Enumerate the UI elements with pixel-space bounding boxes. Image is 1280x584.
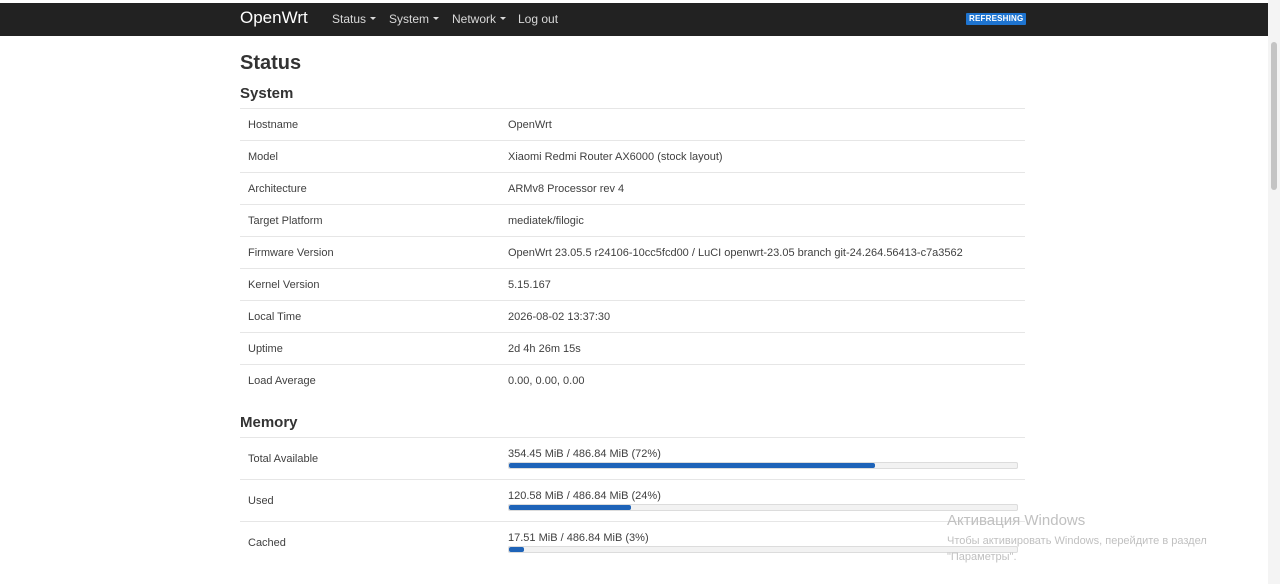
windows-activation-title: Активация Windows	[947, 512, 1086, 529]
table-row: Target Platform mediatek/filogic	[240, 204, 1025, 236]
row-label: Architecture	[248, 183, 307, 195]
table-row: Used 120.58 MiB / 486.84 MiB (24%)	[240, 479, 1025, 521]
row-label: Firmware Version	[248, 247, 334, 259]
chevron-down-icon	[433, 17, 440, 21]
top-navbar: OpenWrt Status System Network Log out RE…	[0, 3, 1268, 36]
memory-progress-bar: 120.58 MiB / 486.84 MiB (24%)	[508, 490, 1018, 511]
progress-track	[508, 546, 1018, 553]
memory-section-title: Memory	[240, 414, 298, 431]
nav-network-label: Network	[452, 12, 497, 26]
row-value: OpenWrt 23.05.5 r24106-10cc5fcd00 / LuCI…	[508, 247, 963, 259]
row-value: OpenWrt	[508, 119, 552, 131]
row-label: Local Time	[248, 311, 302, 323]
table-row: Firmware Version OpenWrt 23.05.5 r24106-…	[240, 236, 1025, 268]
row-value: 2d 4h 26m 15s	[508, 343, 581, 355]
memory-table: Total Available 354.45 MiB / 486.84 MiB …	[240, 437, 1025, 563]
progress-text: 17.51 MiB / 486.84 MiB (3%)	[508, 532, 649, 544]
windows-activation-line1: Чтобы активировать Windows, перейдите в …	[947, 535, 1207, 547]
chevron-down-icon	[500, 17, 507, 21]
row-value: 0.00, 0.00, 0.00	[508, 375, 585, 387]
nav-status-label: Status	[332, 12, 367, 26]
progress-track	[508, 462, 1018, 469]
page-scrollbar[interactable]	[1268, 0, 1280, 584]
row-label: Used	[248, 495, 274, 507]
progress-fill	[509, 547, 525, 552]
row-label: Cached	[248, 537, 286, 549]
row-value: 5.15.167	[508, 279, 551, 291]
table-row: Architecture ARMv8 Processor rev 4	[240, 172, 1025, 204]
nav-network-menu[interactable]: Network	[452, 12, 507, 26]
nav-status-menu[interactable]: Status	[332, 12, 377, 26]
table-row: Load Average 0.00, 0.00, 0.00	[240, 364, 1025, 396]
page-title: Status	[240, 52, 302, 74]
progress-fill	[509, 505, 631, 510]
row-label: Kernel Version	[248, 279, 320, 291]
table-row: Cached 17.51 MiB / 486.84 MiB (3%)	[240, 521, 1025, 563]
progress-track	[508, 504, 1018, 511]
row-value: Xiaomi Redmi Router AX6000 (stock layout…	[508, 151, 723, 163]
nav-system-menu[interactable]: System	[389, 12, 440, 26]
progress-text: 354.45 MiB / 486.84 MiB (72%)	[508, 448, 661, 460]
row-label: Uptime	[248, 343, 283, 355]
table-row: Kernel Version 5.15.167	[240, 268, 1025, 300]
row-value: ARMv8 Processor rev 4	[508, 183, 625, 195]
memory-progress-bar: 354.45 MiB / 486.84 MiB (72%)	[508, 448, 1018, 469]
table-row: Hostname OpenWrt	[240, 108, 1025, 140]
row-label: Target Platform	[248, 215, 323, 227]
brand-logo[interactable]: OpenWrt	[240, 8, 308, 28]
table-row: Uptime 2d 4h 26m 15s	[240, 332, 1025, 364]
system-section-title: System	[240, 85, 294, 102]
scrollbar-thumb[interactable]	[1271, 42, 1277, 190]
row-label: Load Average	[248, 375, 316, 387]
refreshing-badge[interactable]: REFRESHING	[966, 13, 1027, 25]
progress-fill	[509, 463, 875, 468]
table-row: Total Available 354.45 MiB / 486.84 MiB …	[240, 437, 1025, 479]
windows-activation-line2: "Параметры".	[947, 551, 1017, 563]
table-row: Model Xiaomi Redmi Router AX6000 (stock …	[240, 140, 1025, 172]
nav-logout-link[interactable]: Log out	[518, 12, 558, 26]
progress-text: 120.58 MiB / 486.84 MiB (24%)	[508, 490, 661, 502]
memory-progress-bar: 17.51 MiB / 486.84 MiB (3%)	[508, 532, 1018, 553]
row-label: Model	[248, 151, 278, 163]
row-value: mediatek/filogic	[508, 215, 584, 227]
system-info-table: Hostname OpenWrt Model Xiaomi Redmi Rout…	[240, 108, 1025, 396]
table-row: Local Time 2026-08-02 13:37:30	[240, 300, 1025, 332]
row-value: 2026-08-02 13:37:30	[508, 311, 611, 323]
nav-system-label: System	[389, 12, 430, 26]
row-label: Hostname	[248, 119, 299, 131]
row-label: Total Available	[248, 453, 319, 465]
chevron-down-icon	[370, 17, 377, 21]
